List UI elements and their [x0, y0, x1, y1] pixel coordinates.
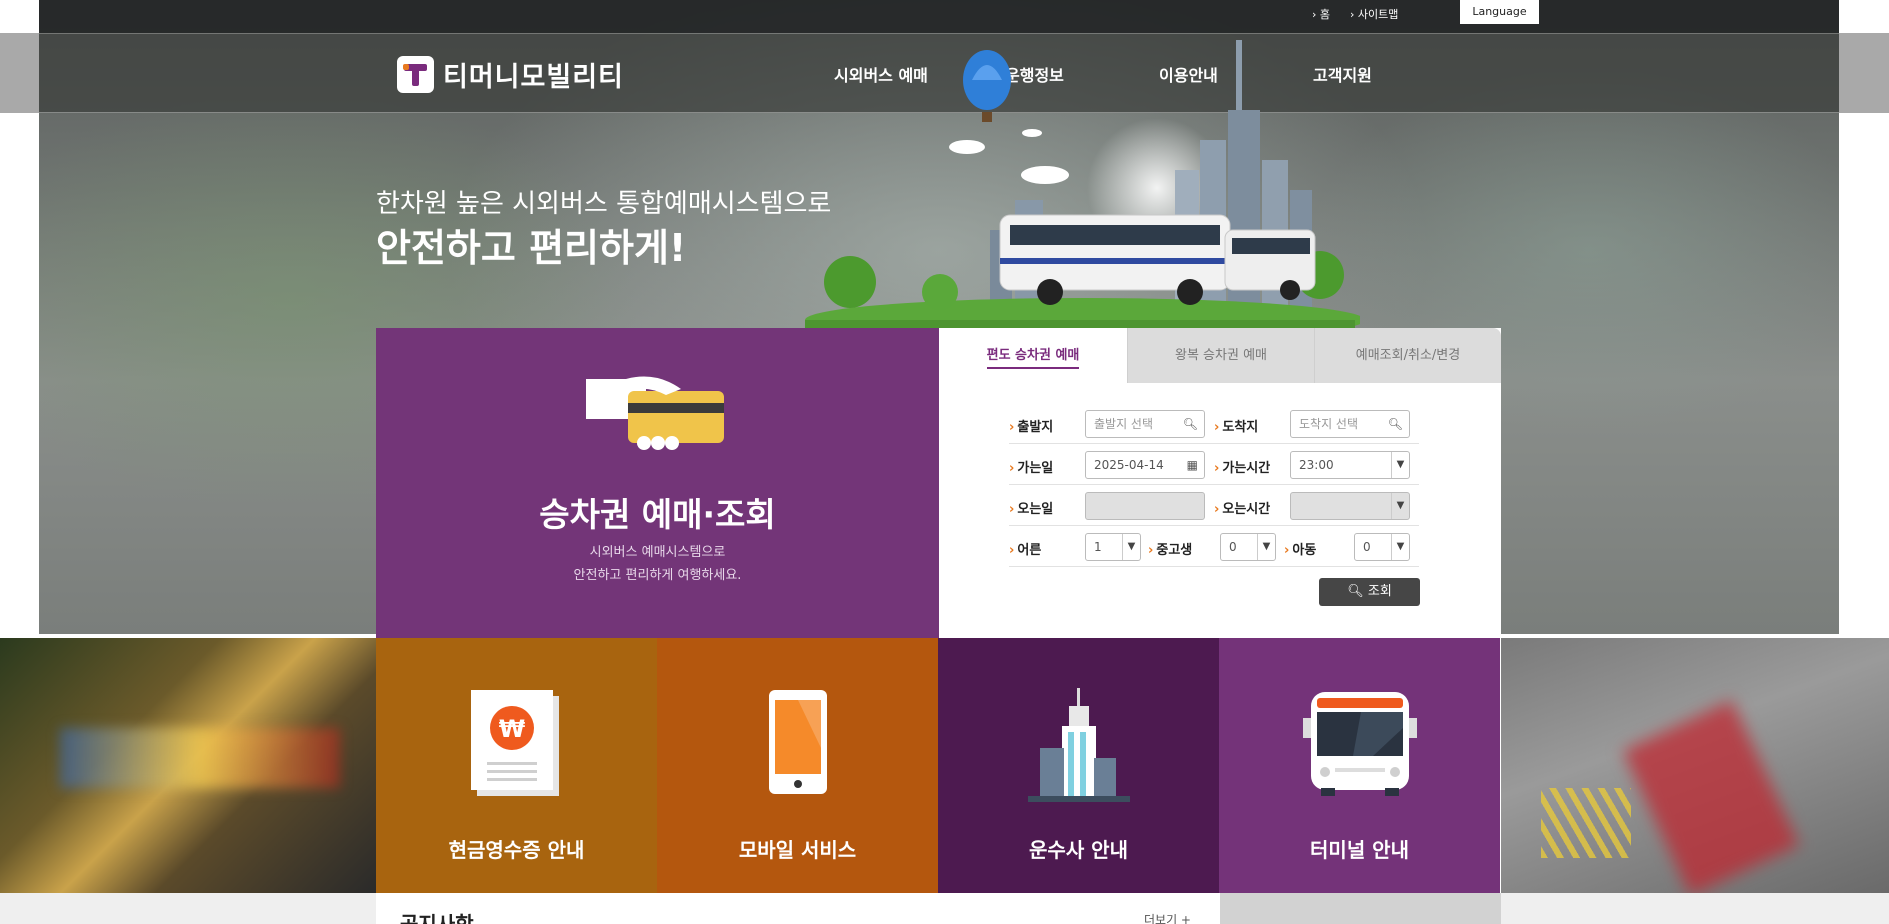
return-time-label: 오는시간 — [1214, 498, 1270, 517]
building-icon — [1027, 688, 1130, 802]
notice-more-link[interactable]: 더보기 + — [1144, 911, 1191, 924]
ticket-card-hand-icon — [586, 376, 724, 450]
search-icon: 🔍︎ — [1182, 417, 1198, 431]
tile-carrier-info[interactable]: 운수사 안내 — [938, 638, 1219, 893]
booking-form-panel: 편도 승차권 예매 왕복 승차권 예매 예매조회/취소/변경 출발지 출발지 선… — [939, 328, 1501, 638]
go-time-select[interactable]: 23:00 ▼ — [1290, 451, 1410, 479]
search-button-label: 조회 — [1367, 584, 1392, 599]
tile-mobile-service-label: 모바일 서비스 — [738, 838, 857, 862]
go-time-value: 23:00 — [1299, 458, 1334, 472]
calendar-icon: ▦ — [1186, 458, 1198, 472]
notice-section: 공지사항 더보기 + — [376, 893, 1220, 924]
go-date-label: 가는일 — [1009, 457, 1053, 476]
tile-terminal-info[interactable]: 터미널 안내 — [1219, 638, 1500, 893]
logo-mark-icon — [397, 55, 434, 93]
child-label: 아동 — [1284, 539, 1316, 558]
logo[interactable]: 티머니모빌리티 — [397, 54, 624, 94]
tile-mobile-service[interactable]: 모바일 서비스 — [657, 638, 938, 893]
road-markings — [1541, 788, 1631, 858]
departure-placeholder: 출발지 선택 — [1094, 417, 1154, 431]
hero-side-left — [0, 33, 39, 113]
departure-label: 출발지 — [1009, 416, 1053, 435]
hero-title: 안전하고 편리하게! — [376, 226, 687, 270]
row-go: 가는일 2025-04-14 ▦ 가는시간 23:00 ▼ — [1009, 444, 1419, 485]
tab-oneway-label: 편도 승차권 예매 — [986, 348, 1080, 369]
notice-side-panel — [1220, 893, 1501, 924]
row-route: 출발지 출발지 선택 🔍︎ 도착지 도착지 선택 🔍︎ — [1009, 403, 1419, 444]
child-select[interactable]: 0 ▼ — [1354, 533, 1410, 561]
go-time-label: 가는시간 — [1214, 457, 1270, 476]
booking-desc-line1: 시외버스 예매시스템으로 — [589, 545, 726, 560]
blur-light — [60, 728, 340, 788]
youth-label: 중고생 — [1148, 539, 1192, 558]
adult-label: 어른 — [1009, 539, 1041, 558]
chevron-down-icon: ▼ — [1257, 534, 1275, 560]
youth-select[interactable]: 0 ▼ — [1220, 533, 1276, 561]
search-icon: 🔍︎ — [1347, 584, 1364, 599]
city-bus-illustration — [805, 40, 1360, 330]
search-button[interactable]: 🔍︎ 조회 — [1319, 578, 1420, 606]
adult-value: 1 — [1094, 540, 1102, 554]
chevron-down-icon: ▼ — [1391, 493, 1409, 519]
row-return: 오는일 오는시간 ▼ — [1009, 485, 1419, 526]
page: › 홈 › 사이트맵 Language 티머니모빌리티 시외버스 예매 운행정보… — [0, 0, 1889, 924]
language-button[interactable]: Language — [1460, 0, 1539, 24]
tile-terminal-info-label: 터미널 안내 — [1310, 838, 1409, 862]
return-date-label: 오는일 — [1009, 498, 1053, 517]
booking-intro-panel: 승차권 예매·조회 시외버스 예매시스템으로 안전하고 편리하게 여행하세요. — [376, 328, 939, 638]
tab-oneway[interactable]: 편도 승차권 예매 — [939, 328, 1127, 383]
balloon-illustration — [963, 50, 1011, 122]
youth-value: 0 — [1229, 540, 1237, 554]
sitemap-link-label: 사이트맵 — [1357, 8, 1399, 21]
search-icon: 🔍︎ — [1387, 417, 1403, 431]
booking-desc-line2: 안전하고 편리하게 여행하세요. — [573, 568, 742, 583]
street-photo-left — [0, 638, 376, 893]
go-date-input[interactable]: 2025-04-14 ▦ — [1085, 451, 1205, 479]
arrival-placeholder: 도착지 선택 — [1299, 417, 1359, 431]
return-time-select: ▼ — [1290, 492, 1410, 520]
logo-text: 티머니모빌리티 — [443, 61, 624, 93]
row-passengers: 어른 1 ▼ 중고생 0 ▼ 아동 0 ▼ — [1009, 526, 1419, 567]
tile-carrier-info-label: 운수사 안내 — [1029, 838, 1128, 862]
blur-bus — [1622, 700, 1800, 896]
chevron-down-icon: ▼ — [1122, 534, 1140, 560]
return-date-input — [1085, 492, 1205, 520]
adult-select[interactable]: 1 ▼ — [1085, 533, 1141, 561]
chevron-down-icon: ▼ — [1391, 534, 1409, 560]
arrival-label: 도착지 — [1214, 416, 1258, 435]
booking-title: 승차권 예매·조회 — [539, 495, 776, 534]
tile-cash-receipt-label: 현금영수증 안내 — [448, 838, 585, 862]
arrival-input[interactable]: 도착지 선택 🔍︎ — [1290, 410, 1410, 438]
bus-front-icon — [1302, 692, 1417, 796]
hero-side-right — [1839, 33, 1889, 113]
child-value: 0 — [1363, 540, 1371, 554]
tab-lookup-cancel[interactable]: 예매조회/취소/변경 — [1314, 328, 1501, 383]
hero-subtitle: 한차원 높은 시외버스 통합예매시스템으로 — [376, 189, 832, 219]
street-photo-right — [1501, 638, 1889, 896]
tab-roundtrip[interactable]: 왕복 승차권 예매 — [1127, 328, 1314, 383]
notice-title: 공지사항 — [400, 912, 474, 924]
svg-text:₩: ₩ — [498, 715, 525, 743]
mobile-phone-icon — [768, 690, 827, 794]
departure-input[interactable]: 출발지 선택 🔍︎ — [1085, 410, 1205, 438]
receipt-icon: ₩ — [470, 690, 559, 796]
tile-cash-receipt[interactable]: ₩ 현금영수증 안내 — [376, 638, 657, 893]
go-date-value: 2025-04-14 — [1094, 458, 1164, 472]
chevron-down-icon: ▼ — [1391, 452, 1409, 478]
